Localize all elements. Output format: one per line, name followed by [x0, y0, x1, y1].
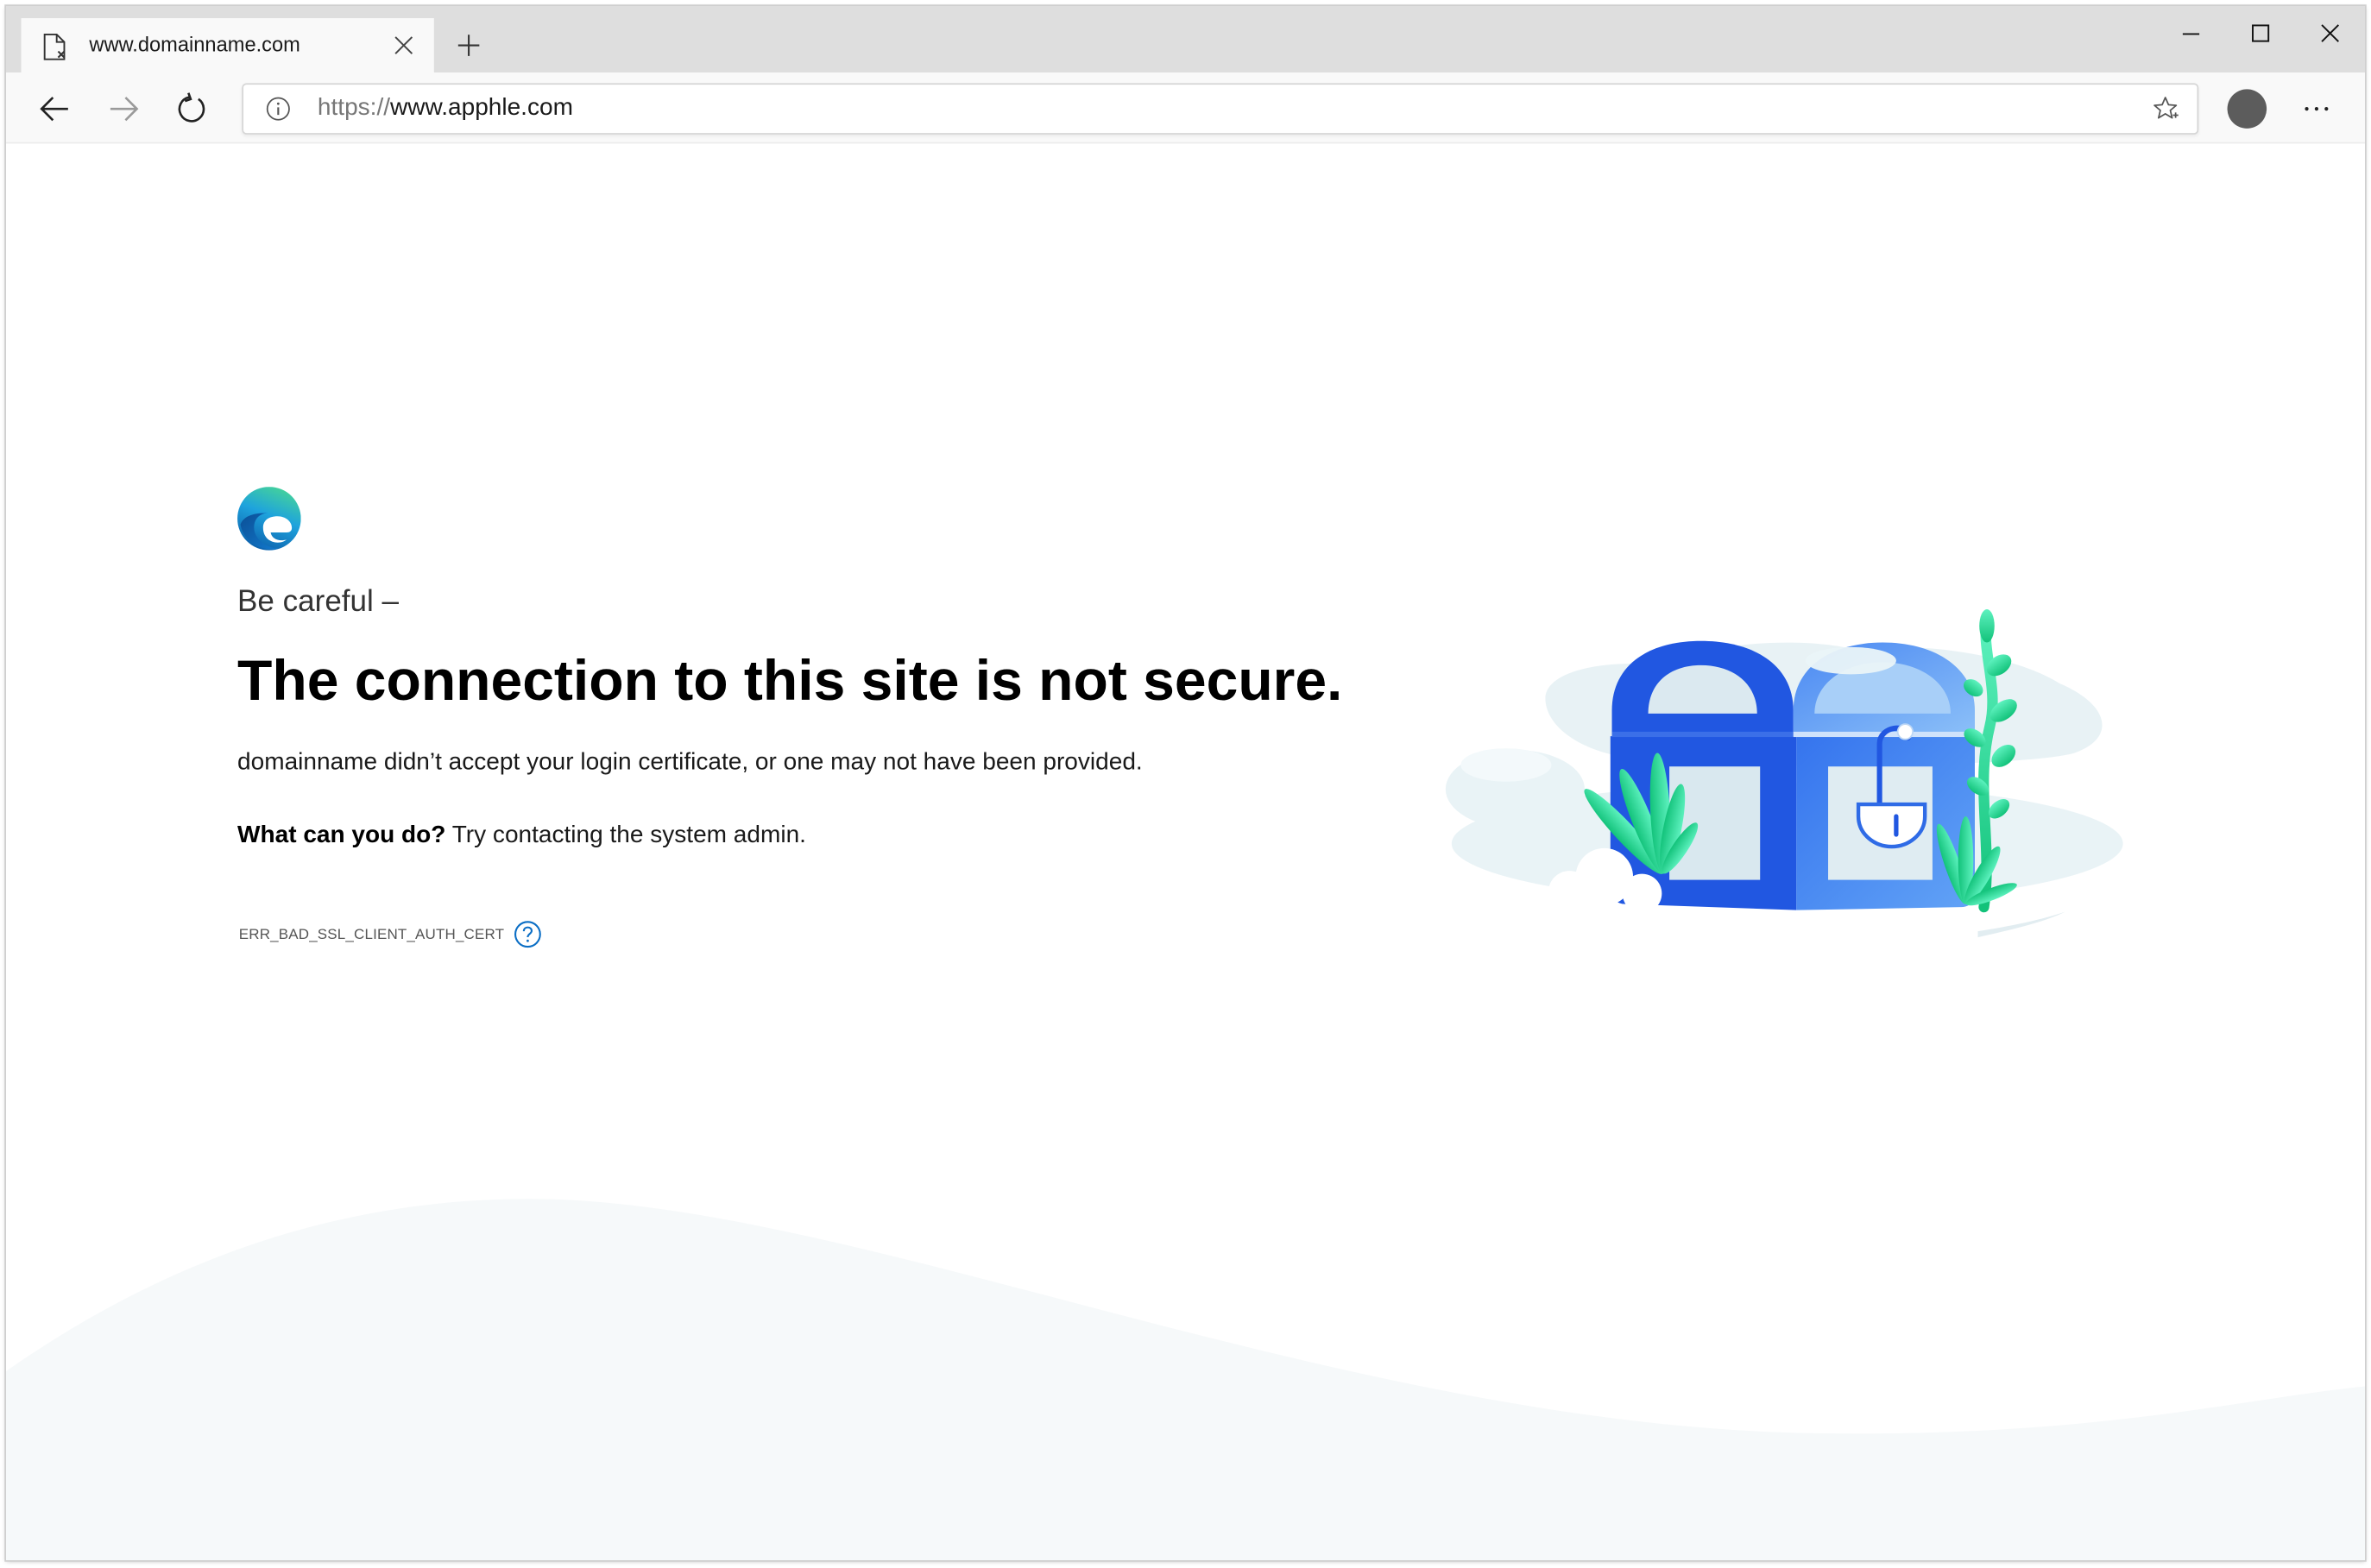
maximize-icon[interactable] — [2246, 18, 2276, 48]
plus-icon[interactable] — [457, 34, 481, 58]
locked-chest-illustration — [1445, 609, 2123, 938]
more-icon[interactable] — [2301, 94, 2331, 124]
error-description: domainname didn’t accept your login cert… — [237, 749, 1143, 776]
minimize-icon[interactable] — [2176, 18, 2206, 48]
title-bar: www.domainname.com — [6, 6, 2365, 73]
refresh-icon[interactable] — [175, 92, 209, 126]
page-title: The connection to this site is not secur… — [237, 648, 1343, 713]
url-text[interactable]: https://www.apphle.com — [318, 94, 573, 124]
address-bar[interactable]: https://www.apphle.com — [242, 83, 2199, 135]
star-icon[interactable] — [2152, 95, 2179, 123]
back-arrow-icon[interactable] — [38, 92, 72, 126]
error-code: ERR_BAD_SSL_CLIENT_AUTH_CERT — [238, 926, 505, 944]
warning-eyebrow: Be careful – — [237, 584, 400, 619]
close-icon[interactable] — [2315, 18, 2345, 48]
edge-logo-icon — [237, 487, 301, 551]
tab-active[interactable]: www.domainname.com — [21, 18, 434, 73]
browser-window: www.domainname.com https://www.apphle.co… — [6, 6, 2365, 1560]
suggested-action: What can you do? Try contacting the syst… — [237, 822, 806, 848]
page-content: Be careful – The connection to this site… — [6, 143, 2365, 1560]
page-error-icon — [42, 33, 66, 61]
url-scheme: https:// — [317, 95, 391, 122]
close-icon[interactable] — [392, 34, 416, 58]
toolbar: https://www.apphle.com — [6, 72, 2365, 144]
action-text: Try contacting the system admin. — [451, 822, 806, 848]
tab-title: www.domainname.com — [89, 33, 300, 56]
avatar-icon[interactable] — [2227, 89, 2267, 129]
forward-arrow-icon[interactable] — [107, 92, 141, 126]
info-icon[interactable] — [266, 97, 290, 121]
help-icon[interactable] — [514, 921, 542, 948]
action-label: What can you do? — [237, 822, 446, 848]
url-host: www.apphle.com — [390, 95, 573, 122]
